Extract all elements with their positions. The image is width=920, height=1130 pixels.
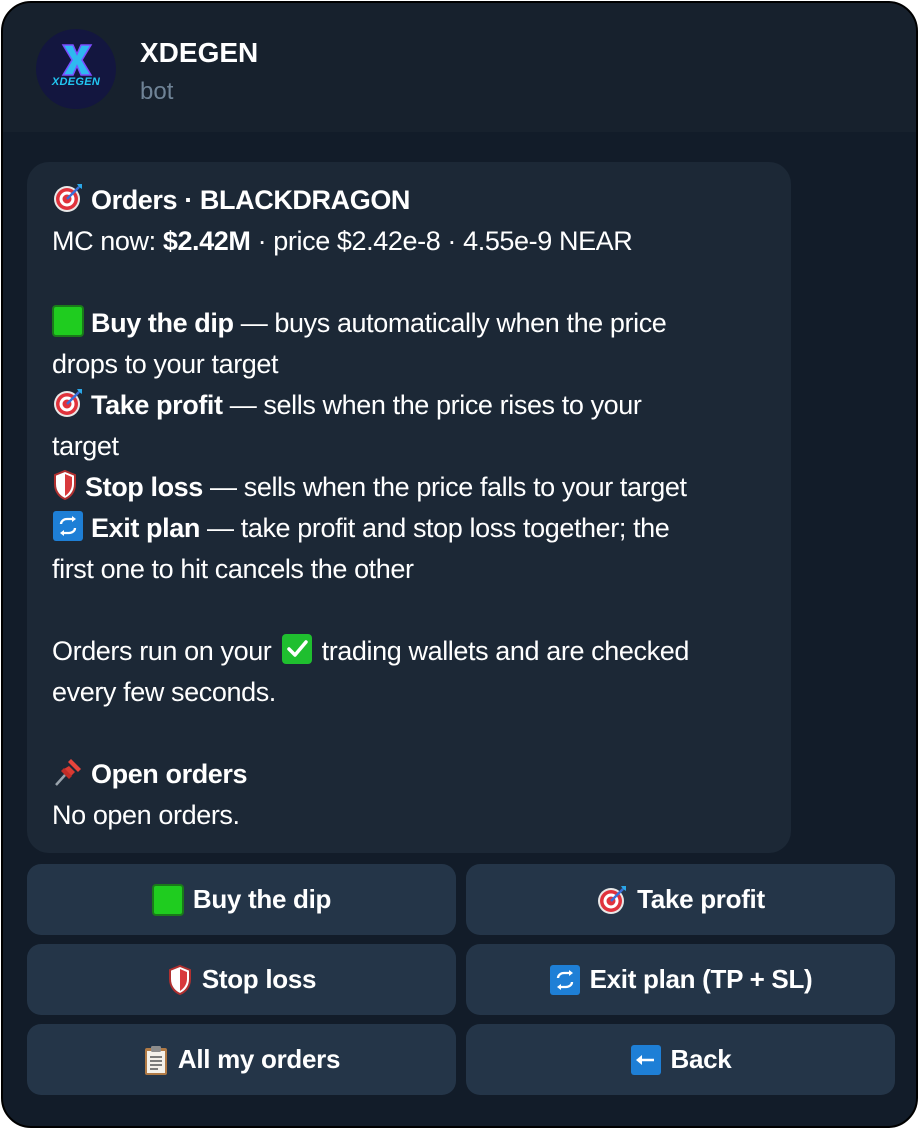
open-orders-status: No open orders. xyxy=(52,800,240,830)
direct-hit-icon xyxy=(52,387,84,419)
buy-dip-desc-2: drops to your target xyxy=(52,349,279,379)
wallets-line: Orders run on your trading wallets and a… xyxy=(52,631,772,672)
take-profit-line: Take profit — sells when the price rises… xyxy=(52,385,772,426)
stop-loss-desc: — sells when the price falls to your tar… xyxy=(202,472,687,502)
repeat-icon xyxy=(549,964,581,996)
stop-loss-line: Stop loss — sells when the price falls t… xyxy=(52,467,772,508)
take-profit-button-label: Take profit xyxy=(637,884,765,914)
back-button-label: Back xyxy=(670,1044,732,1074)
take-profit-label: Take profit xyxy=(91,390,223,420)
green-square-icon xyxy=(52,305,84,337)
wallets-suffix: trading wallets and are checked xyxy=(314,636,690,666)
buy-dip-label: Buy the dip xyxy=(91,308,234,338)
all-orders-button-label: All my orders xyxy=(177,1044,341,1074)
take-profit-desc-2: target xyxy=(52,431,119,461)
avatar[interactable]: XDEGEN xyxy=(36,29,116,109)
exit-plan-button-label: Exit plan (TP + SL) xyxy=(589,964,813,994)
take-profit-desc: — sells when the price rises to your xyxy=(222,390,642,420)
left-arrow-icon xyxy=(630,1044,662,1076)
mc-prefix: MC now: xyxy=(52,226,163,256)
wallets-prefix: Orders run on your xyxy=(52,636,279,666)
market-cap-line: MC now: $2.42M · price $2.42e-8 · 4.55e-… xyxy=(52,221,772,262)
pushpin-icon xyxy=(52,756,84,788)
wallets-line-2: every few seconds. xyxy=(52,677,276,707)
avatar-logo-text: XDEGEN xyxy=(51,76,101,88)
take-profit-button[interactable]: Take profit xyxy=(466,864,895,935)
clipboard-icon xyxy=(143,1044,169,1076)
xdegen-logo-icon xyxy=(61,44,93,76)
stop-loss-button[interactable]: Stop loss xyxy=(27,944,456,1015)
green-square-icon xyxy=(151,883,184,916)
repeat-icon xyxy=(52,510,84,542)
all-orders-button[interactable]: All my orders xyxy=(27,1024,456,1095)
buy-dip-line: Buy the dip — buys automatically when th… xyxy=(52,303,772,344)
buy-dip-desc: — buys automatically when the price xyxy=(233,308,667,338)
exit-plan-line: Exit plan — take profit and stop loss to… xyxy=(52,508,772,549)
exit-plan-button[interactable]: Exit plan (TP + SL) xyxy=(466,944,895,1015)
exit-plan-desc: — take profit and stop loss together; th… xyxy=(199,513,670,543)
stop-loss-button-label: Stop loss xyxy=(201,964,317,994)
check-mark-icon xyxy=(281,633,313,665)
exit-plan-label: Exit plan xyxy=(91,513,200,543)
chat-header: XDEGEN XDEGEN bot xyxy=(3,3,916,132)
message-title: Orders · BLACKDRAGON xyxy=(91,185,411,215)
message-bubble: Orders · BLACKDRAGON MC now: $2.42M · pr… xyxy=(27,162,791,853)
shield-icon xyxy=(52,469,78,501)
chat-title: XDEGEN xyxy=(140,37,259,68)
mc-value: $2.42M xyxy=(162,226,251,256)
message-text: Orders · BLACKDRAGON MC now: $2.42M · pr… xyxy=(52,180,772,836)
open-orders-heading: Open orders xyxy=(91,759,248,789)
message-title-line: Orders · BLACKDRAGON xyxy=(52,180,772,221)
stop-loss-label: Stop loss xyxy=(85,472,203,502)
exit-plan-desc-2: first one to hit cancels the other xyxy=(52,554,414,584)
open-orders-heading-line: Open orders xyxy=(52,754,772,795)
buy-dip-button-label: Buy the dip xyxy=(192,884,332,914)
chat-window: XDEGEN XDEGEN bot Orders · BLACKDRAGON M… xyxy=(1,1,918,1128)
direct-hit-icon xyxy=(596,884,628,916)
back-button[interactable]: Back xyxy=(466,1024,895,1095)
buy-dip-button[interactable]: Buy the dip xyxy=(27,864,456,935)
price-info: · price $2.42e-8 · 4.55e-9 NEAR xyxy=(250,226,633,256)
direct-hit-icon xyxy=(52,182,84,214)
chat-subtitle: bot xyxy=(140,78,174,105)
shield-icon xyxy=(167,964,193,996)
